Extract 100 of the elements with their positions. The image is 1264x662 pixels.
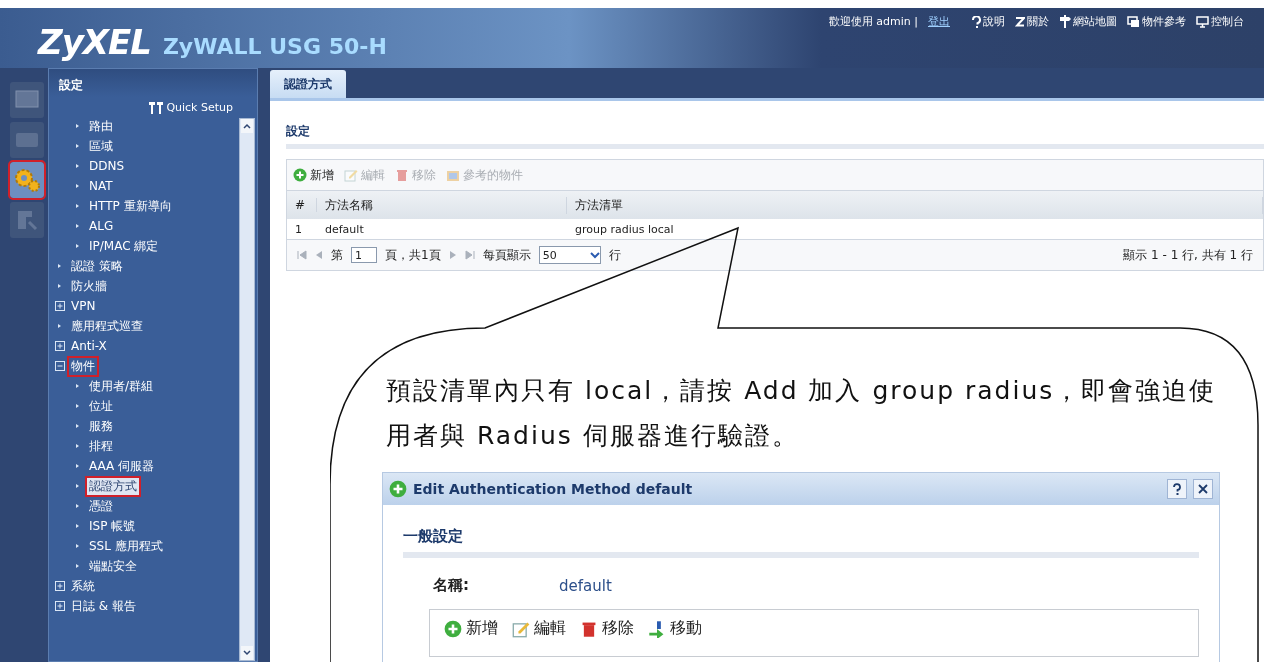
nav-item[interactable]: 憑證 xyxy=(87,497,115,515)
arrow-bullet-icon xyxy=(75,403,81,409)
wrench-icon xyxy=(149,101,164,114)
nav-item[interactable]: Anti-X xyxy=(69,339,109,353)
prev-page-icon[interactable] xyxy=(315,250,323,260)
tab[interactable]: 認證方式 xyxy=(270,70,346,98)
last-page-icon[interactable] xyxy=(464,250,475,260)
help-icon xyxy=(1173,483,1181,495)
screen-icon xyxy=(15,90,39,110)
arrow-bullet-icon xyxy=(75,143,81,149)
per-page-label: 每頁顯示 xyxy=(482,246,531,264)
nav-item[interactable]: 端點安全 xyxy=(87,557,139,575)
nav-item[interactable]: 物件 xyxy=(69,357,97,375)
arrow-bullet-icon xyxy=(75,443,81,449)
add-icon xyxy=(293,168,307,182)
nav-item[interactable]: NAT xyxy=(87,179,115,193)
gears-icon xyxy=(13,167,41,193)
arrow-bullet-icon xyxy=(75,423,81,429)
nav-item[interactable]: 日誌 & 報告 xyxy=(69,597,138,615)
dialog-toolbar-button[interactable]: 編輯 xyxy=(512,618,566,639)
arrow-bullet-icon xyxy=(75,183,81,189)
add-icon xyxy=(444,619,462,638)
column-header: 方法名稱 xyxy=(317,196,567,214)
arrow-bullet-icon xyxy=(75,383,81,389)
nav-tile[interactable] xyxy=(10,122,44,158)
section-title: 設定 xyxy=(286,123,1264,149)
quick-setup-link[interactable]: Quick Setup xyxy=(149,101,233,114)
nav-item[interactable]: AAA 伺服器 xyxy=(87,457,157,475)
first-page-icon[interactable] xyxy=(297,250,307,260)
nav-item[interactable]: 路由 xyxy=(87,117,115,135)
z-icon xyxy=(1015,16,1025,27)
scrollbar[interactable] xyxy=(239,118,255,661)
nav-item[interactable]: 使用者/群組 xyxy=(87,377,156,395)
column-header: # xyxy=(287,198,317,212)
nav-item[interactable]: SSL 應用程式 xyxy=(87,537,165,555)
close-icon xyxy=(1198,484,1208,494)
header-link[interactable]: 關於 xyxy=(1015,14,1049,29)
expand-icon[interactable] xyxy=(55,301,65,311)
table-cell-text: 1 xyxy=(294,222,303,236)
next-page-icon[interactable] xyxy=(448,250,457,260)
nav-tile[interactable] xyxy=(10,82,44,118)
dialog-toolbar-button[interactable]: 新增 xyxy=(444,618,498,639)
expand-icon[interactable] xyxy=(55,581,65,591)
nav-item[interactable]: 認證 策略 xyxy=(69,257,125,275)
nav-item[interactable]: 位址 xyxy=(87,397,115,415)
dialog-toolbar-button[interactable]: 移除 xyxy=(580,618,634,639)
move-icon xyxy=(648,619,666,638)
nav-item[interactable]: ISP 帳號 xyxy=(87,517,138,535)
monitor-icon xyxy=(1196,15,1209,28)
signpost-icon xyxy=(1059,15,1071,28)
nav-item[interactable]: VPN xyxy=(69,299,98,313)
header-link[interactable]: 說明 xyxy=(972,14,1005,29)
product-name: ZyWALL USG 50-H xyxy=(162,34,387,59)
nav-item[interactable]: 排程 xyxy=(87,437,115,455)
dialog-section-title: 一般設定 xyxy=(403,527,1199,558)
nav-item[interactable]: 應用程式巡查 xyxy=(69,317,145,335)
arrow-bullet-icon xyxy=(75,243,81,249)
nav-item[interactable]: 系統 xyxy=(69,577,97,595)
row-summary: 顯示 1 - 1 行, 共有 1 行 xyxy=(1123,246,1253,264)
page-field[interactable]: 1 xyxy=(351,247,377,263)
header-link[interactable]: 控制台 xyxy=(1196,14,1244,29)
nav-item[interactable]: 區域 xyxy=(87,137,115,155)
arrow-bullet-icon xyxy=(75,563,81,569)
arrow-bullet-icon xyxy=(57,263,63,269)
callout-text: 預設清單內只有 local，請按 Add 加入 group radius，即會強迫使用者與 Radius 伺服器進行驗證。 xyxy=(386,375,1218,452)
per-page-select[interactable]: 50 xyxy=(538,246,601,264)
close-button[interactable] xyxy=(1193,479,1213,499)
logout-link[interactable]: 登出 xyxy=(928,14,950,29)
nav-item[interactable]: IP/MAC 綁定 xyxy=(87,237,161,255)
nav-item[interactable]: HTTP 重新導向 xyxy=(87,197,174,215)
name-value: default xyxy=(559,576,612,595)
nav-item[interactable]: 防火牆 xyxy=(69,277,109,295)
per-page-unit: 行 xyxy=(608,246,621,264)
nav-item[interactable]: DDNS xyxy=(87,159,127,173)
help-button[interactable] xyxy=(1167,479,1187,499)
expand-icon[interactable] xyxy=(55,341,65,351)
dialog-toolbar-button[interactable]: 移動 xyxy=(648,618,702,639)
nav-tile[interactable] xyxy=(10,162,44,198)
nav-item[interactable]: 認證方式 xyxy=(87,477,139,495)
folder-icon xyxy=(446,168,460,182)
collapse-icon[interactable] xyxy=(55,361,65,371)
name-label: 名稱: xyxy=(433,576,469,595)
arrow-bullet-icon xyxy=(75,203,81,209)
panel-icon xyxy=(15,130,39,150)
arrow-bullet-icon xyxy=(75,463,81,469)
arrow-bullet-icon xyxy=(75,523,81,529)
toolbar-button[interactable]: 新增 xyxy=(293,166,334,184)
nav-item[interactable]: ALG xyxy=(87,219,116,233)
nav-item[interactable]: 服務 xyxy=(87,417,115,435)
brand-logo: ZyXEL xyxy=(38,22,151,62)
nav-tile[interactable] xyxy=(10,202,44,238)
table-cell-text: group radius local xyxy=(574,222,675,236)
header-link[interactable]: 物件參考 xyxy=(1127,14,1186,29)
expand-icon[interactable] xyxy=(55,601,65,611)
arrow-bullet-icon xyxy=(75,123,81,129)
arrow-bullet-icon xyxy=(75,223,81,229)
arrow-bullet-icon xyxy=(75,163,81,169)
arrow-bullet-icon xyxy=(57,323,63,329)
dropdown-icon xyxy=(589,251,600,259)
header-link[interactable]: 網站地圖 xyxy=(1059,14,1117,29)
